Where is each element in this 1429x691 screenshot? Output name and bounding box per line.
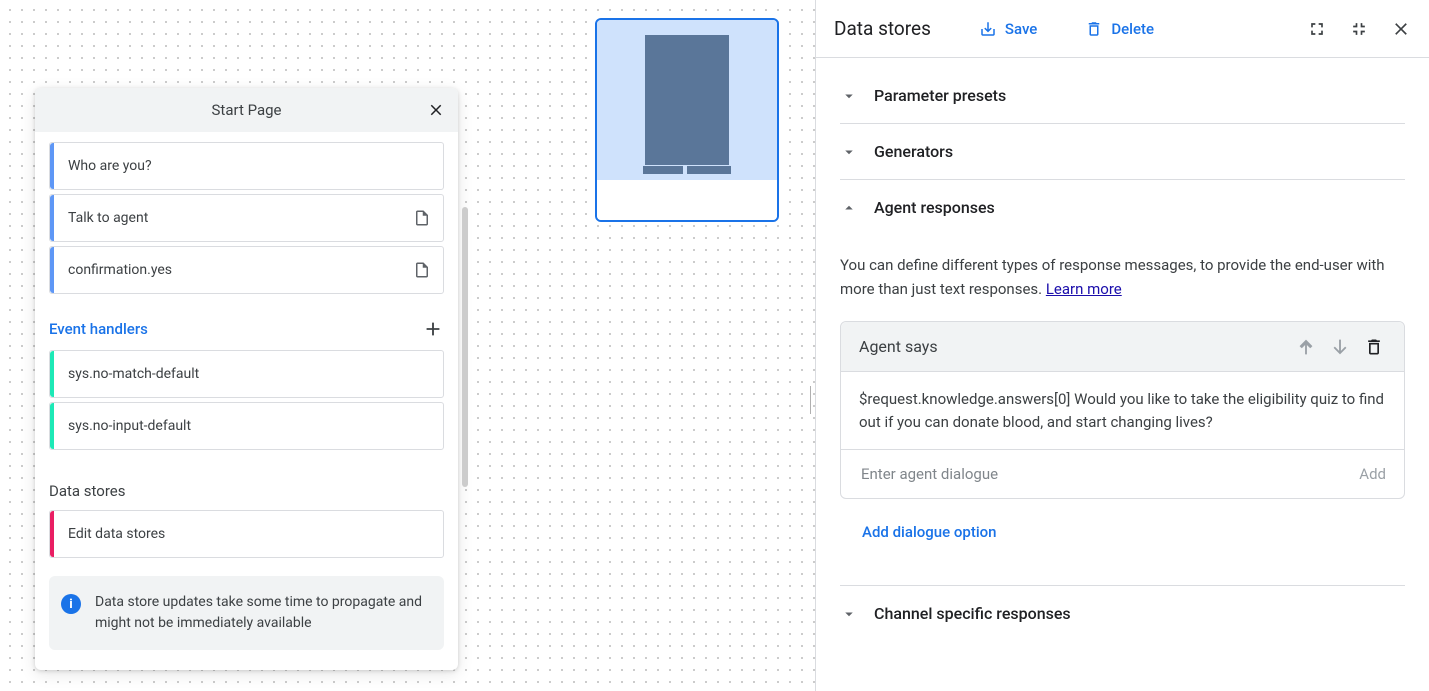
close-icon[interactable] [424, 98, 448, 122]
add-icon[interactable] [422, 318, 444, 340]
accordion-title: Channel specific responses [874, 604, 1071, 623]
mini-flow-node[interactable] [595, 18, 779, 222]
section-title: Data stores [49, 482, 126, 500]
chevron-down-icon [840, 143, 858, 161]
accordion-title: Generators [874, 142, 953, 161]
learn-more-link[interactable]: Learn more [1046, 280, 1122, 298]
file-icon [413, 261, 431, 279]
mini-node-bars [597, 166, 777, 176]
data-stores-header: Data stores [49, 482, 444, 500]
event-handler-item[interactable]: sys.no-match-default [49, 350, 444, 398]
route-label: Who are you? [68, 158, 431, 174]
route-label: Talk to agent [68, 210, 413, 226]
route-bar [50, 403, 54, 449]
info-box: i Data store updates take some time to p… [49, 576, 444, 650]
accordion-title: Parameter presets [874, 86, 1006, 105]
close-icon[interactable] [1391, 19, 1411, 39]
route-bar [50, 247, 54, 293]
mini-node-preview [597, 20, 777, 180]
mini-node-inner [645, 35, 729, 165]
route-item[interactable]: Who are you? [49, 142, 444, 190]
accordion-generators[interactable]: Generators [840, 124, 1405, 180]
agent-says-text[interactable]: $request.knowledge.answers[0] Would you … [841, 372, 1404, 450]
route-bar [50, 511, 54, 557]
chevron-up-icon [840, 199, 858, 217]
agent-responses-description: You can define different types of respon… [840, 253, 1405, 301]
route-label: sys.no-match-default [68, 366, 431, 382]
agent-responses-content: You can define different types of respon… [840, 235, 1405, 585]
route-label: Edit data stores [68, 526, 431, 542]
divider-handle[interactable] [810, 380, 811, 420]
accordion-parameter-presets[interactable]: Parameter presets [840, 68, 1405, 124]
accordion-channel-specific[interactable]: Channel specific responses [840, 585, 1405, 641]
data-store-item[interactable]: Edit data stores [49, 510, 444, 558]
route-label: confirmation.yes [68, 262, 413, 278]
route-item[interactable]: confirmation.yes [49, 246, 444, 294]
accordion-agent-responses[interactable]: Agent responses [840, 180, 1405, 235]
route-bar [50, 351, 54, 397]
scrollbar[interactable] [462, 207, 468, 487]
delete-button[interactable]: Delete [1075, 14, 1164, 44]
route-bar [50, 195, 54, 241]
save-label: Save [1005, 20, 1037, 38]
info-icon: i [61, 594, 81, 614]
right-header: Data stores Save Delete [816, 0, 1429, 58]
panel-header: Start Page [35, 88, 458, 132]
move-down-icon[interactable] [1328, 335, 1352, 359]
add-dialogue-text-button[interactable]: Add [1359, 465, 1386, 483]
section-title: Event handlers [49, 320, 148, 338]
delete-icon[interactable] [1362, 335, 1386, 359]
right-panel-title: Data stores [834, 17, 931, 40]
mini-node-footer [597, 180, 777, 220]
move-up-icon[interactable] [1294, 335, 1318, 359]
collapse-icon[interactable] [1349, 19, 1369, 39]
start-page-panel: Start Page Who are you? Talk to agent co… [35, 88, 458, 670]
info-text: Data store updates take some time to pro… [95, 592, 428, 634]
chevron-down-icon [840, 605, 858, 623]
agent-dialogue-input-row: Add [841, 450, 1404, 498]
agent-dialogue-input[interactable] [859, 464, 1349, 484]
fullscreen-icon[interactable] [1307, 19, 1327, 39]
event-handler-item[interactable]: sys.no-input-default [49, 402, 444, 450]
route-label: sys.no-input-default [68, 418, 431, 434]
add-dialogue-option-button[interactable]: Add dialogue option [840, 499, 1405, 565]
chevron-down-icon [840, 87, 858, 105]
event-handlers-header[interactable]: Event handlers [49, 318, 444, 340]
file-icon [413, 209, 431, 227]
right-panel: Data stores Save Delete Parameter p [815, 0, 1429, 691]
agent-card-header: Agent says [841, 322, 1404, 372]
route-bar [50, 143, 54, 189]
delete-label: Delete [1111, 20, 1154, 38]
route-item[interactable]: Talk to agent [49, 194, 444, 242]
agent-says-card: Agent says $request.knowledge.answers[0]… [840, 321, 1405, 499]
panel-title: Start Page [212, 101, 282, 119]
save-button[interactable]: Save [969, 14, 1047, 44]
accordion-title: Agent responses [874, 198, 995, 217]
agent-says-title: Agent says [859, 337, 1284, 356]
